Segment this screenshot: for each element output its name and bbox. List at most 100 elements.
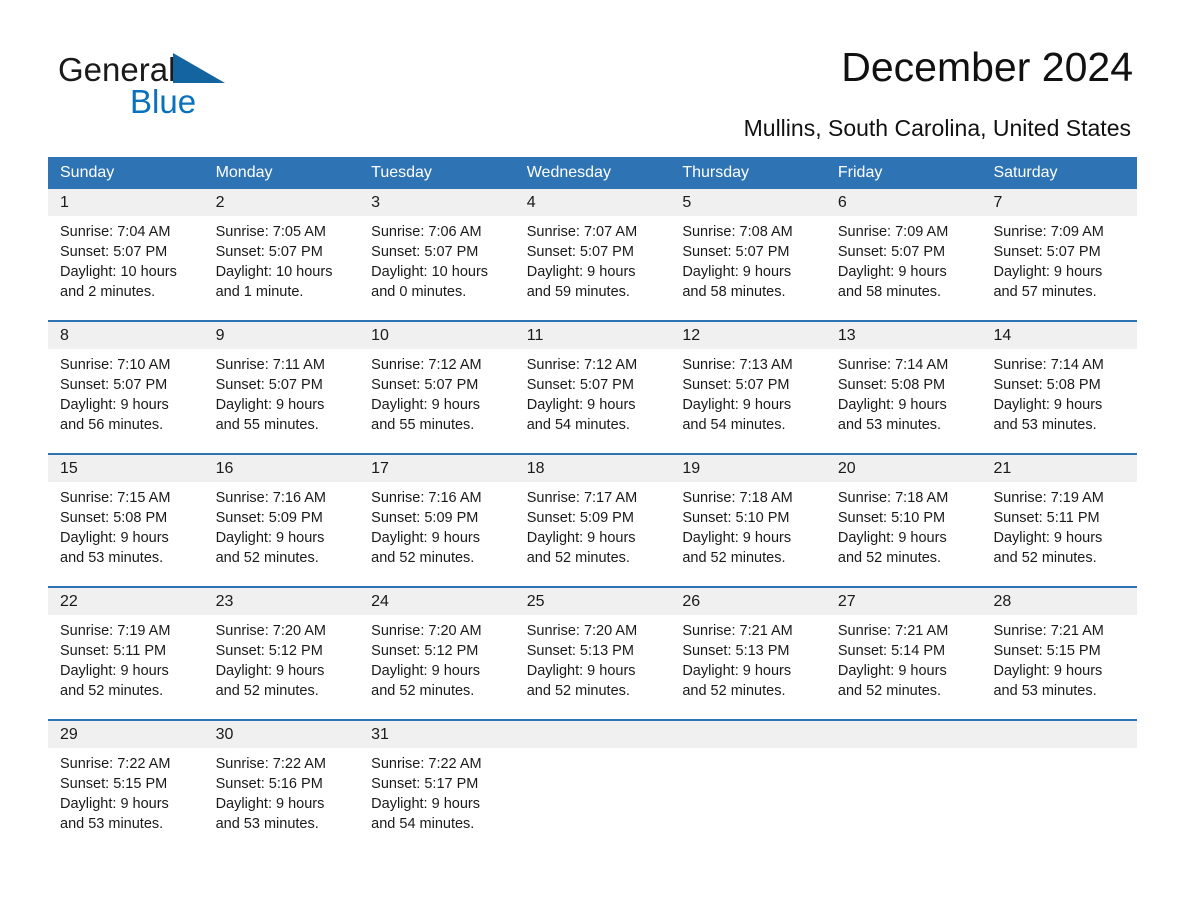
day-cell[interactable]: Sunrise: 7:16 AM Sunset: 5:09 PM Daylight:… xyxy=(204,482,360,586)
day-number[interactable]: 5 xyxy=(670,189,826,216)
day-number[interactable]: 31 xyxy=(359,721,515,748)
day-number[interactable]: 4 xyxy=(515,189,671,216)
day-daylight1-text: Daylight: 9 hours xyxy=(526,663,636,679)
day-number[interactable]: 30 xyxy=(204,721,360,748)
day-number[interactable]: 12 xyxy=(670,322,826,349)
day-sunrise-text: Sunrise: 7:19 AM xyxy=(993,490,1104,506)
day-sunset-text: Sunset: 5:07 PM xyxy=(682,244,790,260)
day-daylight2-text: and 53 minutes. xyxy=(60,816,164,832)
calendar-week-row: 1 2 3 4 5 6 7 Sunrise: 7:04 AM Sunset: 5:07 PM Da… xyxy=(48,189,1137,320)
day-daylight1-text: Daylight: 9 hours xyxy=(682,663,792,679)
day-sunset-text: Sunset: 5:10 PM xyxy=(837,510,946,526)
day-daylight2-text: and 53 minutes. xyxy=(60,550,164,566)
day-detail-row: Sunrise: 7:10 AM Sunset: 5:07 PM Daylight:… xyxy=(48,349,1137,453)
day-number[interactable]: 15 xyxy=(48,455,204,482)
day-cell[interactable]: Sunrise: 7:05 AM Sunset: 5:07 PM Daylight:… xyxy=(204,216,360,320)
day-cell[interactable]: Sunrise: 7:04 AM Sunset: 5:07 PM Daylight:… xyxy=(48,216,204,320)
day-number-empty xyxy=(515,721,671,748)
day-cell[interactable]: Sunrise: 7:09 AM Sunset: 5:07 PM Daylight:… xyxy=(826,216,982,320)
generalblue-logo[interactable]: General Blue xyxy=(58,52,318,122)
day-cell[interactable]: Sunrise: 7:21 AM Sunset: 5:13 PM Daylight:… xyxy=(670,615,826,719)
day-number[interactable]: 9 xyxy=(204,322,360,349)
day-number[interactable]: 21 xyxy=(981,455,1137,482)
day-cell[interactable]: Sunrise: 7:09 AM Sunset: 5:07 PM Daylight:… xyxy=(981,216,1137,320)
day-cell[interactable]: Sunrise: 7:18 AM Sunset: 5:10 PM Daylight:… xyxy=(826,482,982,586)
day-number[interactable]: 25 xyxy=(515,588,671,615)
day-cell[interactable]: Sunrise: 7:10 AM Sunset: 5:07 PM Daylight:… xyxy=(48,349,204,453)
day-cell[interactable]: Sunrise: 7:12 AM Sunset: 5:07 PM Daylight:… xyxy=(515,349,671,453)
day-cell[interactable]: Sunrise: 7:07 AM Sunset: 5:07 PM Daylight:… xyxy=(515,216,671,320)
day-cell[interactable]: Sunrise: 7:22 AM Sunset: 5:16 PM Daylight:… xyxy=(204,748,360,852)
day-cell[interactable]: Sunrise: 7:12 AM Sunset: 5:07 PM Daylight:… xyxy=(359,349,515,453)
day-number[interactable]: 18 xyxy=(515,455,671,482)
day-cell[interactable]: Sunrise: 7:22 AM Sunset: 5:17 PM Daylight:… xyxy=(359,748,515,852)
day-cell[interactable]: Sunrise: 7:18 AM Sunset: 5:10 PM Daylight:… xyxy=(670,482,826,586)
day-sunrise-text: Sunrise: 7:20 AM xyxy=(526,623,638,639)
day-sunrise-text: Sunrise: 7:20 AM xyxy=(215,623,326,639)
day-number[interactable]: 2 xyxy=(204,189,360,216)
day-number[interactable]: 19 xyxy=(670,455,826,482)
day-number[interactable]: 8 xyxy=(48,322,204,349)
day-daylight1-text: Daylight: 9 hours xyxy=(60,796,169,812)
day-number[interactable]: 22 xyxy=(48,588,204,615)
day-sunset-text: Sunset: 5:12 PM xyxy=(215,643,323,659)
day-number[interactable]: 28 xyxy=(981,588,1137,615)
calendar-week-row: 8 9 10 11 12 13 14 Sunrise: 7:10 AM Sunset: 5:07… xyxy=(48,320,1137,453)
day-number[interactable]: 29 xyxy=(48,721,204,748)
day-daylight1-text: Daylight: 9 hours xyxy=(60,530,169,546)
day-cell[interactable]: Sunrise: 7:08 AM Sunset: 5:07 PM Daylight:… xyxy=(670,216,826,320)
day-cell[interactable]: Sunrise: 7:11 AM Sunset: 5:07 PM Daylight:… xyxy=(204,349,360,453)
day-cell[interactable]: Sunrise: 7:14 AM Sunset: 5:08 PM Daylight:… xyxy=(981,349,1137,453)
day-sunset-text: Sunset: 5:14 PM xyxy=(837,643,946,659)
day-sunrise-text: Sunrise: 7:11 AM xyxy=(215,357,325,373)
day-daylight1-text: Daylight: 9 hours xyxy=(682,530,792,546)
day-cell[interactable]: Sunrise: 7:21 AM Sunset: 5:15 PM Daylight:… xyxy=(981,615,1137,719)
day-cell[interactable]: Sunrise: 7:20 AM Sunset: 5:13 PM Daylight:… xyxy=(515,615,671,719)
day-cell[interactable]: Sunrise: 7:15 AM Sunset: 5:08 PM Daylight:… xyxy=(48,482,204,586)
day-number[interactable]: 24 xyxy=(359,588,515,615)
day-number-band: 1234567 xyxy=(48,189,1137,216)
day-number[interactable]: 23 xyxy=(204,588,360,615)
day-number[interactable]: 11 xyxy=(515,322,671,349)
day-daylight1-text: Daylight: 9 hours xyxy=(526,530,636,546)
day-daylight2-text: and 53 minutes. xyxy=(215,816,319,832)
day-sunrise-text: Sunrise: 7:10 AM xyxy=(60,357,171,373)
day-sunset-text: Sunset: 5:11 PM xyxy=(60,643,167,659)
day-number[interactable]: 26 xyxy=(670,588,826,615)
day-cell[interactable]: Sunrise: 7:16 AM Sunset: 5:09 PM Daylight:… xyxy=(359,482,515,586)
day-number[interactable]: 13 xyxy=(826,322,982,349)
weekday-header-monday: Monday xyxy=(215,164,273,181)
day-number[interactable]: 6 xyxy=(826,189,982,216)
day-cell[interactable]: Sunrise: 7:22 AM Sunset: 5:15 PM Daylight:… xyxy=(48,748,204,852)
day-number[interactable]: 14 xyxy=(981,322,1137,349)
day-cell[interactable]: Sunrise: 7:20 AM Sunset: 5:12 PM Daylight:… xyxy=(204,615,360,719)
day-daylight1-text: Daylight: 9 hours xyxy=(371,530,480,546)
day-daylight1-text: Daylight: 9 hours xyxy=(371,397,480,413)
day-daylight2-text: and 52 minutes. xyxy=(993,550,1097,566)
day-number-empty xyxy=(826,721,982,748)
day-number[interactable]: 10 xyxy=(359,322,515,349)
day-daylight1-text: Daylight: 9 hours xyxy=(215,530,325,546)
day-cell[interactable]: Sunrise: 7:13 AM Sunset: 5:07 PM Daylight:… xyxy=(670,349,826,453)
day-cell[interactable]: Sunrise: 7:19 AM Sunset: 5:11 PM Daylight:… xyxy=(981,482,1137,586)
day-number[interactable]: 17 xyxy=(359,455,515,482)
day-number[interactable]: 7 xyxy=(981,189,1137,216)
day-number[interactable]: 16 xyxy=(204,455,360,482)
day-number[interactable]: 20 xyxy=(826,455,982,482)
day-sunrise-text: Sunrise: 7:07 AM xyxy=(526,224,638,240)
calendar-page: General Blue December 2024 Mullins, Sout… xyxy=(0,0,1188,918)
day-cell[interactable]: Sunrise: 7:14 AM Sunset: 5:08 PM Daylight:… xyxy=(826,349,982,453)
day-sunset-text: Sunset: 5:07 PM xyxy=(215,244,323,260)
day-cell[interactable]: Sunrise: 7:17 AM Sunset: 5:09 PM Daylight:… xyxy=(515,482,671,586)
day-cell[interactable]: Sunrise: 7:19 AM Sunset: 5:11 PM Daylight:… xyxy=(48,615,204,719)
day-number[interactable]: 27 xyxy=(826,588,982,615)
day-cell[interactable]: Sunrise: 7:06 AM Sunset: 5:07 PM Daylight:… xyxy=(359,216,515,320)
day-cell[interactable]: Sunrise: 7:21 AM Sunset: 5:14 PM Daylight:… xyxy=(826,615,982,719)
day-number[interactable]: 1 xyxy=(48,189,204,216)
day-daylight2-text: and 52 minutes. xyxy=(682,683,786,699)
day-daylight2-text: and 52 minutes. xyxy=(837,683,942,699)
calendar-grid: Sunday Monday Tuesday Wednesday Thursday Frid… xyxy=(48,157,1137,852)
day-sunset-text: Sunset: 5:07 PM xyxy=(993,244,1101,260)
day-number[interactable]: 3 xyxy=(359,189,515,216)
day-cell[interactable]: Sunrise: 7:20 AM Sunset: 5:12 PM Daylight:… xyxy=(359,615,515,719)
